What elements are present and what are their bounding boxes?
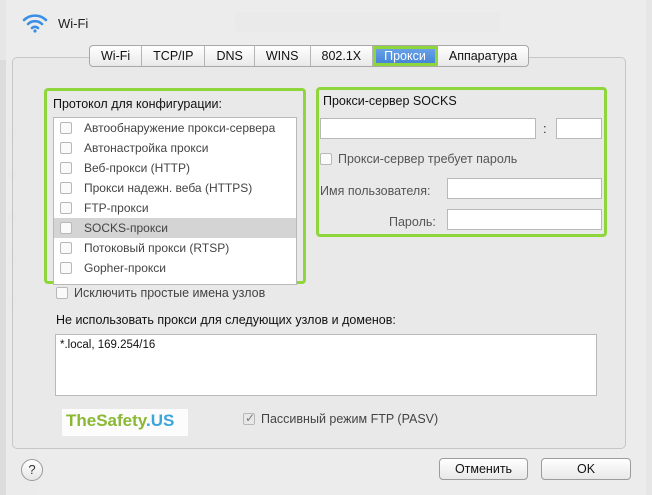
watermark-logo: TheSafety.US xyxy=(62,409,188,436)
protocol-label: FTP-прокси xyxy=(84,201,149,215)
list-item[interactable]: Автообнаружение прокси-сервера xyxy=(54,118,296,138)
passive-ftp-label: Пассивный режим FTP (PASV) xyxy=(261,412,439,426)
watermark-text: TheSafety xyxy=(66,411,146,430)
protocol-label: Потоковый прокси (RTSP) xyxy=(84,241,230,255)
requires-password-checkbox[interactable] xyxy=(320,153,332,165)
protocol-label: Автообнаружение прокси-сервера xyxy=(84,121,276,135)
passive-ftp-checkbox[interactable] xyxy=(243,411,255,425)
password-input[interactable] xyxy=(447,209,602,230)
help-button[interactable]: ? xyxy=(21,459,43,481)
password-label: Пароль: xyxy=(389,215,436,229)
requires-password-row[interactable]: Прокси-сервер требует пароль xyxy=(320,152,517,166)
bypass-hosts-label: Не использовать прокси для следующих узл… xyxy=(56,313,396,327)
watermark-domain: .US xyxy=(146,411,175,430)
tab-hardware[interactable]: Аппаратура xyxy=(438,46,528,66)
wifi-icon xyxy=(22,13,48,33)
list-item[interactable]: Потоковый прокси (RTSP) xyxy=(54,238,296,258)
username-label: Имя пользователя: xyxy=(320,184,431,198)
requires-password-label: Прокси-сервер требует пароль xyxy=(338,152,518,166)
tab-8021x[interactable]: 802.1X xyxy=(311,46,374,66)
checkbox[interactable] xyxy=(60,242,72,254)
checkbox[interactable] xyxy=(60,182,72,194)
proxy-port-input[interactable] xyxy=(556,118,602,139)
protocol-list: Автообнаружение прокси-сервера Автонастр… xyxy=(53,117,297,285)
list-item[interactable]: Прокси надежн. веба (HTTPS) xyxy=(54,178,296,198)
list-item[interactable]: FTP-прокси xyxy=(54,198,296,218)
tab-tcpip[interactable]: TCP/IP xyxy=(142,46,206,66)
protocol-group: Протокол для конфигурации: Автообнаружен… xyxy=(44,88,306,285)
protocol-label: Автонастройка прокси xyxy=(84,141,209,155)
exclude-simple-hostnames-checkbox[interactable] xyxy=(56,287,68,299)
socks-group-title: Прокси-сервер SOCKS xyxy=(323,94,457,108)
tab-proxies[interactable]: Прокси xyxy=(373,46,438,66)
protocol-label: Прокси надежн. веба (HTTPS) xyxy=(84,181,253,195)
list-item[interactable]: Веб-прокси (HTTP) xyxy=(54,158,296,178)
cancel-button[interactable]: Отменить xyxy=(439,458,528,480)
list-item[interactable]: Gopher-прокси xyxy=(54,258,296,278)
tab-bar: Wi-Fi TCP/IP DNS WINS 802.1X Прокси Аппа… xyxy=(89,45,530,67)
tab-dns[interactable]: DNS xyxy=(205,46,255,66)
list-item[interactable]: Автонастройка прокси xyxy=(54,138,296,158)
tab-wifi[interactable]: Wi-Fi xyxy=(90,46,143,66)
checkbox[interactable] xyxy=(60,262,72,274)
bypass-hosts-textarea[interactable]: *.local, 169.254/16 xyxy=(55,334,597,396)
exclude-simple-hostnames-label: Исключить простые имена узлов xyxy=(74,286,266,300)
protocol-label: Gopher-прокси xyxy=(84,261,166,275)
tab-wins[interactable]: WINS xyxy=(255,46,311,66)
ok-button[interactable]: OK xyxy=(541,458,631,480)
protocol-label: Веб-прокси (HTTP) xyxy=(84,161,191,175)
list-item-selected[interactable]: SOCKS-прокси xyxy=(54,218,296,238)
checkbox[interactable] xyxy=(60,202,72,214)
checkbox[interactable] xyxy=(60,162,72,174)
exclude-simple-hostnames-row[interactable]: Исключить простые имена узлов xyxy=(56,286,265,300)
protocol-group-title: Протокол для конфигурации: xyxy=(53,97,222,111)
window-title-bar: Wi-Fi xyxy=(22,10,88,36)
window-title: Wi-Fi xyxy=(58,15,89,31)
port-separator: : xyxy=(543,121,547,136)
username-input[interactable] xyxy=(447,178,602,199)
checkbox[interactable] xyxy=(60,142,72,154)
socks-group: Прокси-сервер SOCKS : Прокси-сервер треб… xyxy=(316,87,607,237)
checkbox[interactable] xyxy=(60,122,72,134)
checkbox[interactable] xyxy=(60,222,72,234)
passive-ftp-row[interactable]: Пассивный режим FTP (PASV) xyxy=(243,411,439,426)
protocol-label: SOCKS-прокси xyxy=(84,221,168,235)
proxy-server-input[interactable] xyxy=(320,118,536,139)
